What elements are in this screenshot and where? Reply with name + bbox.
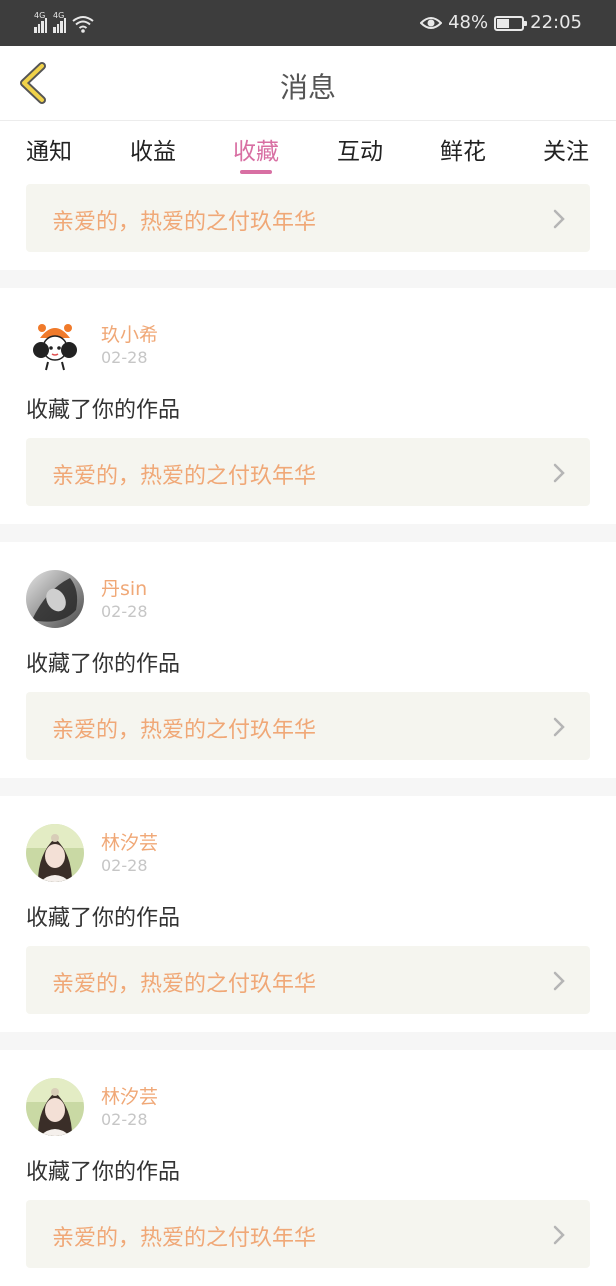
clock: 22:05 bbox=[530, 12, 582, 33]
tab-favorites[interactable]: 收藏 bbox=[216, 132, 296, 166]
action-text: 收藏了你的作品 bbox=[26, 1160, 181, 1185]
work-title: 亲爱的，热爱的之付玖年华 bbox=[52, 210, 317, 235]
action-text: 收藏了你的作品 bbox=[26, 906, 181, 931]
work-link[interactable]: 亲爱的，热爱的之付玖年华 bbox=[26, 692, 590, 760]
app-header: 消息 bbox=[0, 46, 616, 121]
avatar[interactable] bbox=[26, 316, 84, 374]
work-title: 亲爱的，热爱的之付玖年华 bbox=[52, 972, 317, 997]
chevron-right-icon bbox=[553, 463, 565, 483]
action-text: 收藏了你的作品 bbox=[26, 398, 181, 423]
network-label: 4G bbox=[34, 11, 46, 20]
tab-follows[interactable]: 关注 bbox=[526, 132, 606, 166]
date: 02-28 bbox=[101, 1110, 148, 1129]
chevron-right-icon bbox=[553, 209, 565, 229]
avatar[interactable] bbox=[26, 824, 84, 882]
username[interactable]: 林汐芸 bbox=[101, 1082, 158, 1109]
tab-flowers[interactable]: 鲜花 bbox=[423, 132, 503, 166]
battery-icon bbox=[494, 15, 528, 31]
tab-earnings[interactable]: 收益 bbox=[113, 132, 193, 166]
work-link[interactable]: 亲爱的，热爱的之付玖年华 bbox=[26, 946, 590, 1014]
tab-notifications[interactable]: 通知 bbox=[9, 132, 89, 166]
chevron-right-icon bbox=[553, 971, 565, 991]
list-item: 林汐芸 02-28 收藏了你的作品 亲爱的，热爱的之付玖年华 bbox=[0, 1050, 616, 1286]
status-bar: 4G 4G 48% 22:05 bbox=[0, 0, 616, 46]
battery-percent: 48% bbox=[448, 12, 489, 33]
battery-fill bbox=[497, 18, 509, 28]
username[interactable]: 林汐芸 bbox=[101, 828, 158, 855]
date: 02-28 bbox=[101, 348, 148, 367]
signal-icon: 4G bbox=[34, 12, 47, 33]
status-left: 4G 4G bbox=[34, 12, 94, 33]
avatar[interactable] bbox=[26, 1078, 84, 1136]
list-item: 林汐芸 02-28 收藏了你的作品 亲爱的，热爱的之付玖年华 bbox=[0, 796, 616, 1032]
signal-icon: 4G bbox=[53, 12, 66, 33]
wifi-icon bbox=[72, 16, 94, 33]
work-link[interactable]: 亲爱的，热爱的之付玖年华 bbox=[26, 1200, 590, 1268]
tab-bar: 通知 收益 收藏 互动 鲜花 关注 bbox=[0, 121, 616, 181]
status-right: 48% 22:05 bbox=[420, 10, 582, 36]
work-link[interactable]: 亲爱的，热爱的之付玖年华 bbox=[26, 184, 590, 252]
list-item: 亲爱的，热爱的之付玖年华 bbox=[0, 181, 616, 270]
work-title: 亲爱的，热爱的之付玖年华 bbox=[52, 718, 317, 743]
date: 02-28 bbox=[101, 856, 148, 875]
chevron-right-icon bbox=[553, 1225, 565, 1245]
list-item: 玖小希 02-28 收藏了你的作品 亲爱的，热爱的之付玖年华 bbox=[0, 288, 616, 524]
action-text: 收藏了你的作品 bbox=[26, 652, 181, 677]
avatar[interactable] bbox=[26, 570, 84, 628]
network-label: 4G bbox=[53, 11, 65, 20]
chevron-right-icon bbox=[553, 717, 565, 737]
work-title: 亲爱的，热爱的之付玖年华 bbox=[52, 464, 317, 489]
active-tab-indicator bbox=[240, 170, 272, 174]
list-item: 丹sin 02-28 收藏了你的作品 亲爱的，热爱的之付玖年华 bbox=[0, 542, 616, 778]
eye-icon bbox=[420, 17, 443, 29]
username[interactable]: 丹sin bbox=[101, 574, 147, 601]
work-title: 亲爱的，热爱的之付玖年华 bbox=[52, 1226, 317, 1251]
tab-interactions[interactable]: 互动 bbox=[320, 132, 400, 166]
username[interactable]: 玖小希 bbox=[101, 320, 158, 347]
page-title: 消息 bbox=[279, 71, 336, 104]
date: 02-28 bbox=[101, 602, 148, 621]
work-link[interactable]: 亲爱的，热爱的之付玖年华 bbox=[26, 438, 590, 506]
